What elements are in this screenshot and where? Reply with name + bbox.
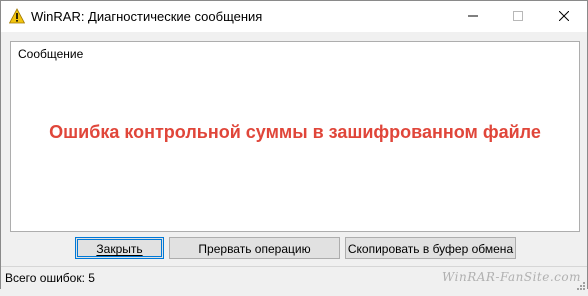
maximize-icon xyxy=(512,8,523,26)
warning-icon xyxy=(8,8,26,24)
minimize-button[interactable] xyxy=(450,1,495,32)
window-title: WinRAR: Диагностические сообщения xyxy=(31,9,263,24)
error-message: Ошибка контрольной суммы в зашифрованном… xyxy=(49,122,541,142)
resize-grip-icon[interactable] xyxy=(576,278,586,290)
close-button-text: Закрыть xyxy=(96,242,143,256)
messages-list[interactable]: Сообщение Ошибка контрольной суммы в заш… xyxy=(10,41,580,232)
close-button-label: Закрыть xyxy=(77,239,162,257)
title-bar[interactable]: WinRAR: Диагностические сообщения xyxy=(1,1,587,32)
maximize-button[interactable] xyxy=(495,1,540,32)
watermark-text: WinRAR-FanSite.com xyxy=(442,270,581,284)
close-window-button[interactable] xyxy=(541,1,586,32)
errors-count: Всего ошибок: 5 xyxy=(5,271,95,285)
minimize-icon xyxy=(467,8,478,26)
column-header-message: Сообщение xyxy=(18,47,84,61)
copy-to-clipboard-button[interactable]: Скопировать в буфер обмена xyxy=(345,237,516,259)
close-button[interactable]: Закрыть xyxy=(75,237,164,259)
status-bar: Всего ошибок: 5 WinRAR-FanSite.com xyxy=(1,266,587,290)
dialog-window: WinRAR: Диагностические сообщения Сообще… xyxy=(0,0,588,290)
abort-operation-button[interactable]: Прервать операцию xyxy=(169,237,340,259)
close-icon xyxy=(558,8,569,26)
